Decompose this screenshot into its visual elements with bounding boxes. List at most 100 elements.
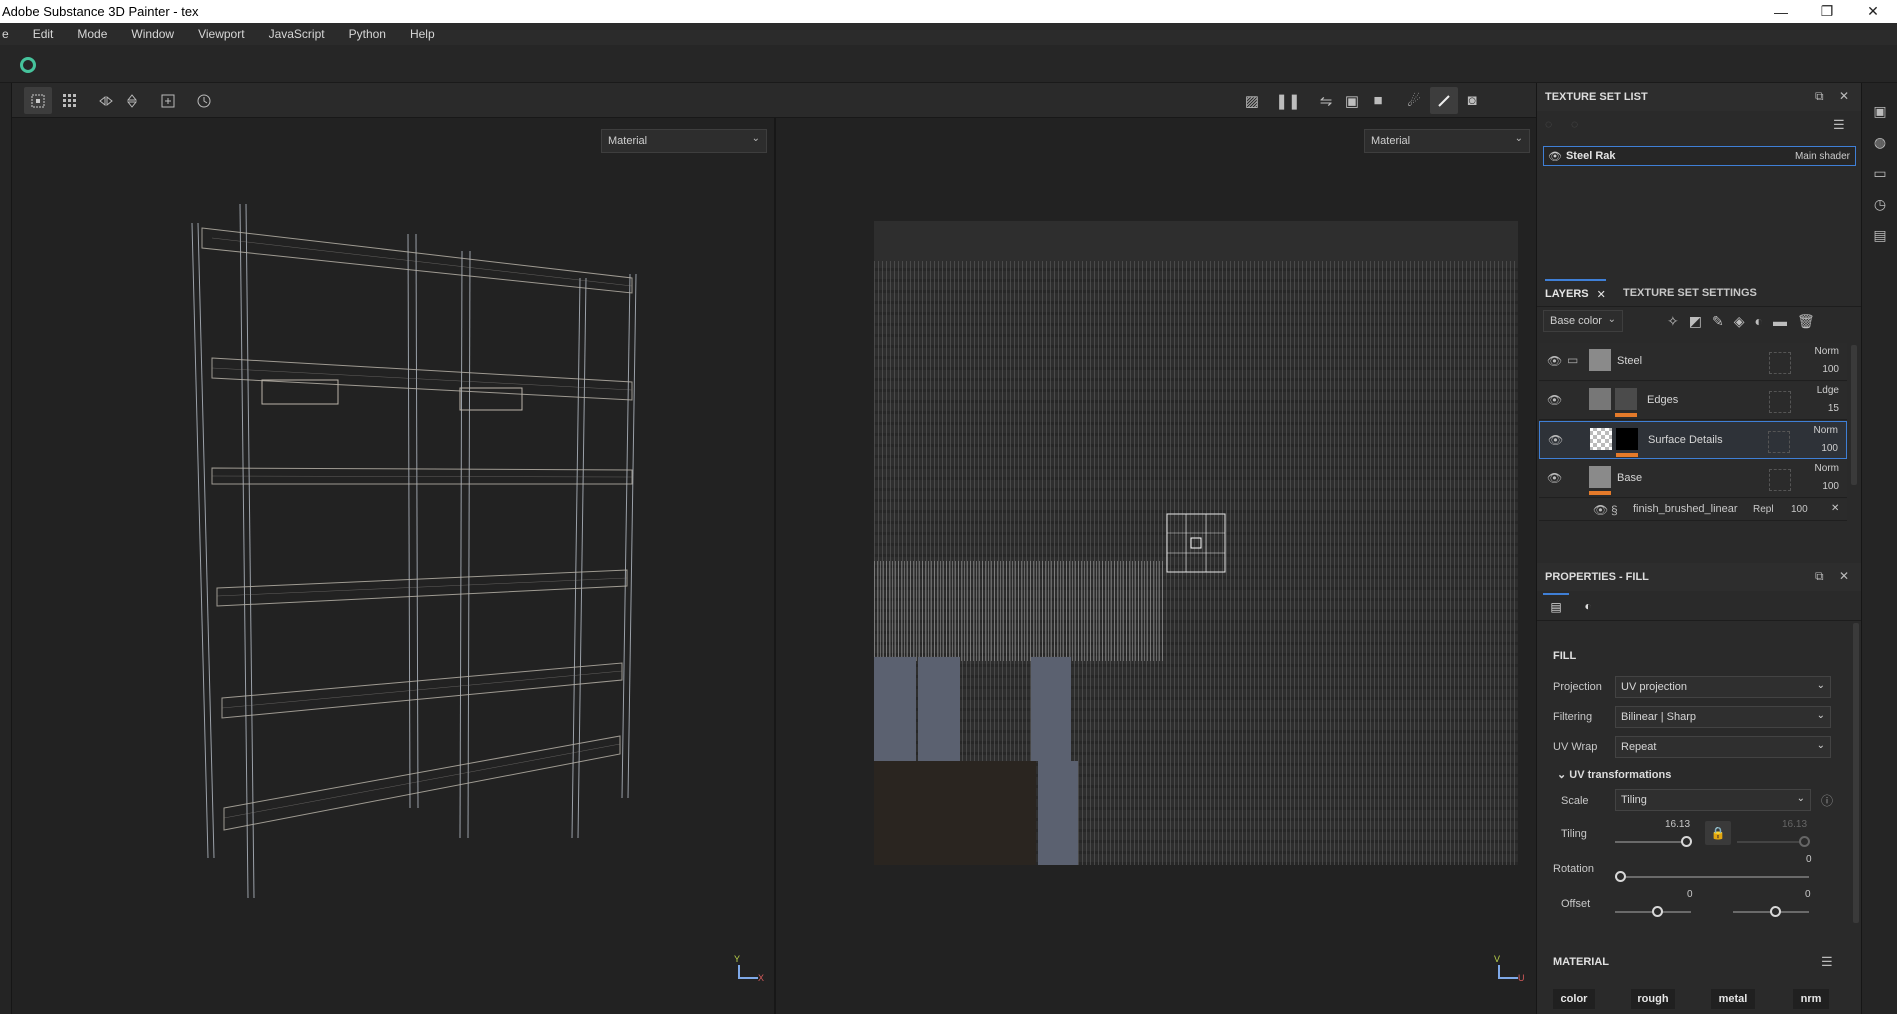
tab-texture-set-settings[interactable]: TEXTURE SET SETTINGS xyxy=(1623,279,1757,307)
eye-icon[interactable]: 👁 xyxy=(1548,150,1562,163)
blend-mode-dropdown[interactable]: Norm xyxy=(1815,463,1839,474)
maximize-button[interactable]: ❐ xyxy=(1804,0,1850,23)
paint-brush-icon[interactable] xyxy=(1430,87,1458,114)
shader-name[interactable]: Main shader xyxy=(1795,151,1850,162)
opacity-field[interactable]: 100 xyxy=(1791,504,1808,515)
grid-view-icon[interactable] xyxy=(56,87,84,114)
uv-transformations-toggle[interactable]: ⌄ UV transformations xyxy=(1557,768,1671,781)
offset-u-slider-knob[interactable] xyxy=(1652,906,1663,917)
close-panel-icon[interactable]: ✕ xyxy=(1839,89,1849,103)
channel-dropdown[interactable]: Base color ⌄ xyxy=(1543,310,1623,332)
material-color-button[interactable]: color xyxy=(1553,989,1595,1009)
menu-mode[interactable]: Mode xyxy=(65,27,119,41)
minimize-button[interactable]: — xyxy=(1758,0,1804,23)
offset-v-slider-knob[interactable] xyxy=(1770,906,1781,917)
close-panel-icon[interactable]: ✕ xyxy=(1839,569,1849,583)
flip-view-icon[interactable]: ⇋ xyxy=(1312,87,1340,114)
offset-v-value[interactable]: 0 xyxy=(1805,889,1811,900)
environment-icon[interactable]: ◍ xyxy=(1871,134,1889,152)
projection-dropdown[interactable]: UV projection ⌄ xyxy=(1615,676,1831,698)
material-menu-icon[interactable]: ☰ xyxy=(1821,954,1833,970)
eye-icon[interactable]: 👁 xyxy=(1548,433,1563,447)
texture-set-item[interactable]: 👁 Steel Rak Main shader xyxy=(1543,146,1856,166)
rotation-slider-knob[interactable] xyxy=(1615,871,1626,882)
offset-u-value[interactable]: 0 xyxy=(1687,889,1693,900)
menu-python[interactable]: Python xyxy=(337,27,398,41)
uvwrap-dropdown[interactable]: Repeat ⌄ xyxy=(1615,736,1831,758)
tiling-slider-track[interactable] xyxy=(1615,841,1691,843)
menu-list-icon[interactable]: ☰ xyxy=(1833,117,1845,133)
scale-dropdown[interactable]: Tiling ⌄ xyxy=(1615,789,1811,811)
eye-icon[interactable]: 👁 xyxy=(1547,354,1562,368)
3d-viewport[interactable]: Material ⌄ Y X xyxy=(12,118,774,1014)
blend-mode-dropdown[interactable]: Norm xyxy=(1814,425,1838,436)
symmetry-x-icon[interactable] xyxy=(92,87,120,114)
tiling-value[interactable]: 16.13 xyxy=(1665,819,1690,830)
add-frame-icon[interactable] xyxy=(154,87,182,114)
menu-edit[interactable]: Edit xyxy=(21,27,66,41)
hide-overlay-icon[interactable]: ▨ xyxy=(1238,87,1266,114)
blend-mode-dropdown[interactable]: Norm xyxy=(1815,346,1839,357)
layer-row-edges[interactable]: 👁 Edges Ldge 15 xyxy=(1539,382,1847,420)
eye-icon[interactable]: 👁 xyxy=(1593,503,1608,517)
opacity-field[interactable]: 15 xyxy=(1828,403,1839,414)
close-button[interactable]: ✕ xyxy=(1850,0,1896,23)
tab-layers[interactable]: LAYERS ✕ xyxy=(1545,279,1606,307)
effect-row[interactable]: 👁 § finish_brushed_linear Repl 100 ✕ xyxy=(1539,499,1847,521)
material-metal-button[interactable]: metal xyxy=(1711,989,1755,1009)
show-all-icon[interactable]: ◌ xyxy=(1571,117,1578,131)
screenshot-camera-icon[interactable]: ◙ xyxy=(1458,87,1486,114)
add-material-icon[interactable]: ◐ xyxy=(1754,313,1762,330)
tiling-slider-knob[interactable] xyxy=(1681,836,1692,847)
close-tab-icon[interactable]: ✕ xyxy=(1597,288,1606,301)
cloud-sync-icon[interactable] xyxy=(20,57,36,73)
opacity-field[interactable]: 100 xyxy=(1822,364,1839,375)
lock-icon[interactable]: 🔒 xyxy=(1705,821,1731,845)
material-nrm-button[interactable]: nrm xyxy=(1793,989,1829,1009)
layer-row-steel[interactable]: 👁 ▭ Steel Norm 100 xyxy=(1539,343,1847,381)
add-mask-icon[interactable]: ◩ xyxy=(1689,313,1702,330)
blend-mode-dropdown[interactable]: Repl xyxy=(1753,504,1774,515)
add-effect-icon[interactable]: ✧ xyxy=(1667,313,1679,330)
undock-icon[interactable]: ⧉ xyxy=(1815,89,1824,104)
add-folder-icon[interactable]: ▬ xyxy=(1773,313,1787,330)
eye-icon[interactable]: 👁 xyxy=(1547,393,1562,407)
add-paint-layer-icon[interactable]: ✎ xyxy=(1712,313,1724,330)
cube-icon[interactable]: ▣ xyxy=(1338,87,1366,114)
mask-slot[interactable] xyxy=(1768,431,1790,453)
add-fill-layer-icon[interactable]: ◈ xyxy=(1734,313,1745,330)
fill-settings-tab-icon[interactable]: ▤ xyxy=(1543,593,1569,619)
opacity-field[interactable]: 100 xyxy=(1822,481,1839,492)
filtering-dropdown[interactable]: Bilinear | Sharp ⌄ xyxy=(1615,706,1831,728)
layers-scrollbar[interactable] xyxy=(1851,345,1857,485)
menu-javascript[interactable]: JavaScript xyxy=(257,27,337,41)
log-icon[interactable]: ▤ xyxy=(1871,227,1889,245)
select-tool-icon[interactable] xyxy=(24,87,52,114)
hide-all-icon[interactable]: ◌ xyxy=(1545,117,1552,131)
pause-icon[interactable]: ❚❚ xyxy=(1274,87,1302,114)
material-tab-icon[interactable]: ◐ xyxy=(1575,593,1601,619)
layer-row-surface-details[interactable]: 👁 Surface Details Norm 100 xyxy=(1539,421,1847,459)
history-icon[interactable] xyxy=(190,87,218,114)
material-rough-button[interactable]: rough xyxy=(1631,989,1675,1009)
menu-window[interactable]: Window xyxy=(119,27,186,41)
camera-video-icon[interactable]: ■ xyxy=(1364,87,1392,114)
rotation-value[interactable]: 0 xyxy=(1806,854,1812,865)
2d-uv-viewport[interactable]: Material ⌄ V U xyxy=(776,118,1536,1014)
opacity-field[interactable]: 100 xyxy=(1821,443,1838,454)
symmetry-y-icon[interactable] xyxy=(118,87,146,114)
remove-effect-icon[interactable]: ✕ xyxy=(1831,503,1839,514)
shelf-icon[interactable]: ▣ xyxy=(1871,103,1889,121)
blend-mode-dropdown[interactable]: Ldge xyxy=(1817,385,1839,396)
mask-slot[interactable] xyxy=(1769,352,1791,374)
rotation-slider-track[interactable] xyxy=(1615,876,1809,878)
menu-file[interactable]: e xyxy=(0,27,21,41)
delete-layer-icon[interactable]: 🗑 xyxy=(1797,313,1815,330)
eye-icon[interactable]: 👁 xyxy=(1547,471,1562,485)
info-icon[interactable]: ⓘ xyxy=(1821,792,1833,809)
uv-texture-canvas[interactable] xyxy=(874,221,1518,865)
properties-scrollbar[interactable] xyxy=(1853,623,1859,923)
mask-slot[interactable] xyxy=(1769,469,1791,491)
viewport-mode-dropdown-right[interactable]: Material ⌄ xyxy=(1364,129,1530,153)
history-icon[interactable]: ◷ xyxy=(1871,196,1889,214)
